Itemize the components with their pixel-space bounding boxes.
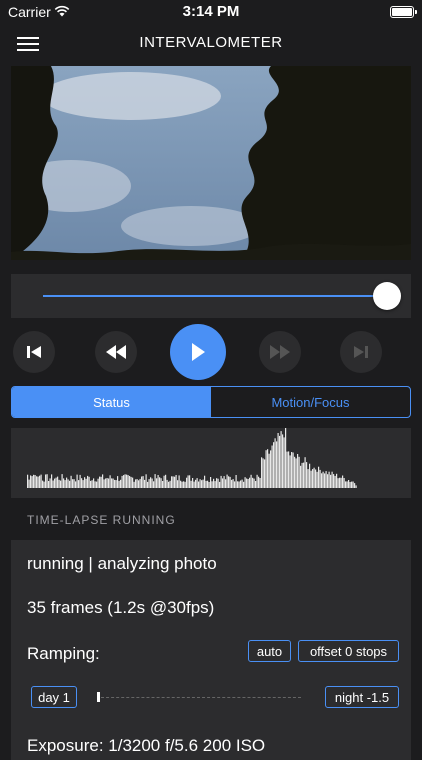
frames-text: 35 frames (1.2s @30fps) xyxy=(27,598,215,617)
ramp-end-button[interactable]: night -1.5 xyxy=(325,686,399,708)
skip-forward-icon xyxy=(354,346,368,358)
ramping-mode-button[interactable]: auto xyxy=(248,640,291,662)
ramp-slider-thumb[interactable] xyxy=(97,692,100,702)
view-tabs: Status Motion/Focus xyxy=(11,386,411,418)
battery-icon xyxy=(390,6,417,18)
skip-back-button[interactable] xyxy=(13,331,55,373)
page-title: INTERVALOMETER xyxy=(139,34,283,51)
timeline-scrubber[interactable] xyxy=(11,274,411,318)
ramp-start-button[interactable]: day 1 xyxy=(31,686,77,708)
ramping-label: Ramping: xyxy=(27,644,100,663)
ramp-slider-track xyxy=(101,697,301,698)
play-icon xyxy=(192,343,205,361)
section-title: TIME-LAPSE RUNNING xyxy=(27,513,176,527)
status-bar: Carrier 3:14 PM xyxy=(0,0,422,24)
tab-status[interactable]: Status xyxy=(12,387,211,417)
photo-preview xyxy=(11,66,411,260)
status-text: running | analyzing photo xyxy=(27,554,217,573)
play-button[interactable] xyxy=(170,324,226,380)
tab-motion-focus[interactable]: Motion/Focus xyxy=(211,387,410,417)
nav-bar: INTERVALOMETER xyxy=(0,24,422,64)
rewind-icon xyxy=(106,345,126,359)
status-panel: running | analyzing photo 35 frames (1.2… xyxy=(11,540,411,760)
rewind-button[interactable] xyxy=(95,331,137,373)
skip-back-icon xyxy=(27,346,41,358)
histogram xyxy=(11,428,411,498)
fast-forward-button[interactable] xyxy=(259,331,301,373)
exposure-text: Exposure: 1/3200 f/5.6 200 ISO xyxy=(27,736,266,755)
clock: 3:14 PM xyxy=(182,3,240,20)
ramping-offset-button[interactable]: offset 0 stops xyxy=(298,640,399,662)
fast-forward-icon xyxy=(270,345,290,359)
scrubber-track xyxy=(43,295,385,297)
skip-forward-button[interactable] xyxy=(340,331,382,373)
scrubber-thumb[interactable] xyxy=(373,282,401,310)
transport-controls xyxy=(0,324,422,380)
